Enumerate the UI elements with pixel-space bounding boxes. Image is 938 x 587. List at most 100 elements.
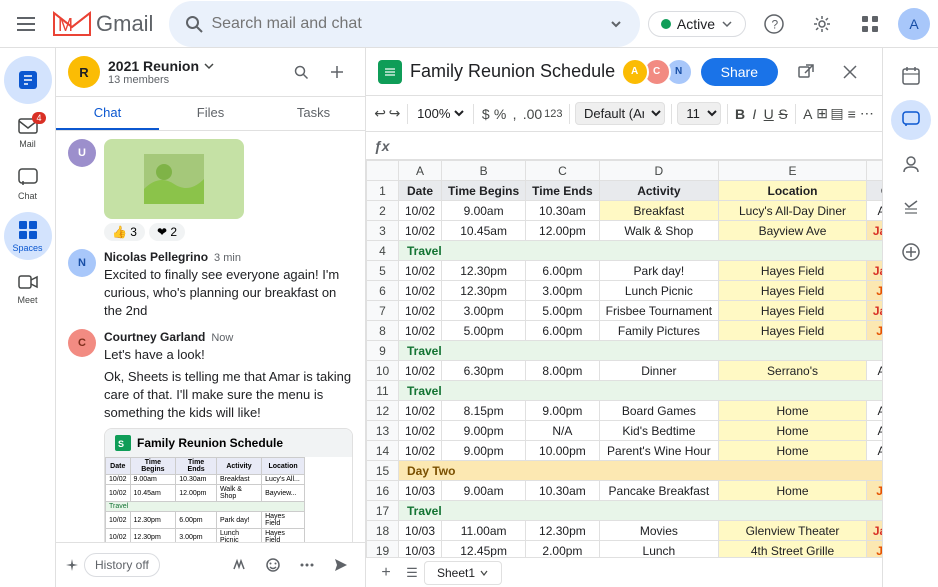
table-cell[interactable]: 8.00pm <box>526 361 599 381</box>
add-icon-btn[interactable] <box>891 232 931 272</box>
redo-button[interactable]: ↪ <box>388 100 400 128</box>
table-cell[interactable]: John Smith <box>866 481 882 501</box>
table-cell[interactable]: Parent's Wine Hour <box>599 441 719 461</box>
table-cell[interactable]: John Smith <box>866 321 882 341</box>
add-members-button[interactable] <box>321 56 353 88</box>
active-status-badge[interactable]: Active <box>648 11 746 37</box>
table-cell[interactable]: 10/02 <box>399 441 442 461</box>
table-cell[interactable]: Travel <box>399 341 883 361</box>
table-cell[interactable]: Glenview Theater <box>719 521 867 541</box>
table-cell[interactable]: Amar Singh <box>866 361 882 381</box>
tasks-icon-btn[interactable] <box>891 188 931 228</box>
table-cell[interactable]: 12.45pm <box>442 541 526 558</box>
more-toolbar-button[interactable]: ⋯ <box>860 100 874 128</box>
table-cell[interactable]: 5.00pm <box>442 321 526 341</box>
number-format-button[interactable]: 123 <box>544 100 562 128</box>
emoji-button[interactable] <box>257 549 289 581</box>
table-cell[interactable]: Amar Singh <box>866 421 882 441</box>
table-cell[interactable]: 10/02 <box>399 301 442 321</box>
table-cell[interactable]: 10/02 <box>399 221 442 241</box>
table-cell[interactable]: 10/02 <box>399 261 442 281</box>
zoom-select[interactable]: 100%75%50% <box>413 105 467 122</box>
table-cell[interactable]: 12.30pm <box>442 281 526 301</box>
send-button[interactable] <box>325 549 357 581</box>
contacts-icon-btn[interactable] <box>891 144 931 184</box>
sidebar-icon-mail[interactable]: Mail 4 <box>4 108 52 156</box>
col-header-b[interactable]: B <box>442 161 526 181</box>
bold-button[interactable]: B <box>734 100 746 128</box>
percent-button[interactable]: % <box>494 100 506 128</box>
table-cell[interactable]: N/A <box>526 421 599 441</box>
table-cell[interactable]: 12.30pm <box>442 261 526 281</box>
table-cell[interactable]: Time Begins <box>442 181 526 201</box>
table-cell[interactable]: Home <box>719 421 867 441</box>
table-cell[interactable]: 3.00pm <box>442 301 526 321</box>
table-cell[interactable]: Date <box>399 181 442 201</box>
table-cell[interactable]: 10/02 <box>399 321 442 341</box>
table-cell[interactable]: Bayview Ave <box>719 221 867 241</box>
format-text-button[interactable] <box>223 549 255 581</box>
table-cell[interactable]: 2.00pm <box>526 541 599 558</box>
table-cell[interactable]: 9.00am <box>442 201 526 221</box>
table-cell[interactable]: Kid's Bedtime <box>599 421 719 441</box>
table-cell[interactable]: Movies <box>599 521 719 541</box>
table-cell[interactable]: 9.00pm <box>442 421 526 441</box>
open-external-button[interactable] <box>786 52 826 92</box>
sheets-list-button[interactable]: ☰ <box>400 561 424 585</box>
decimal-button[interactable]: .00 <box>523 100 542 128</box>
table-cell[interactable]: Home <box>719 481 867 501</box>
table-cell[interactable]: 12.30pm <box>526 521 599 541</box>
col-header-d[interactable]: D <box>599 161 719 181</box>
table-cell[interactable]: 6.30pm <box>442 361 526 381</box>
sheet-preview[interactable]: S Family Reunion Schedule DateTime Begin… <box>104 428 353 542</box>
formula-input[interactable] <box>394 138 874 153</box>
table-cell[interactable]: 10.45am <box>442 221 526 241</box>
settings-button[interactable] <box>802 4 842 44</box>
table-cell[interactable]: Amar Singh <box>866 441 882 461</box>
tab-files[interactable]: Files <box>159 97 262 130</box>
apps-button[interactable] <box>850 4 890 44</box>
table-cell[interactable]: 10/02 <box>399 201 442 221</box>
calendar-icon-btn[interactable] <box>891 56 931 96</box>
currency-button[interactable]: $ <box>480 100 492 128</box>
sheet-grid[interactable]: A B C D E F G 1 Date Time Begins <box>366 160 882 557</box>
table-cell[interactable]: 10/02 <box>399 421 442 441</box>
table-cell[interactable]: Janet Gilboa <box>866 261 882 281</box>
tab-chat[interactable]: Chat <box>56 97 159 130</box>
table-cell[interactable]: 3.00pm <box>526 281 599 301</box>
table-cell[interactable]: 5.00pm <box>526 301 599 321</box>
table-cell[interactable]: 9.00am <box>442 481 526 501</box>
add-sheet-button[interactable]: + <box>374 561 398 585</box>
table-cell[interactable]: 9.00pm <box>526 401 599 421</box>
sidebar-icon-spaces[interactable]: Spaces <box>4 212 52 260</box>
table-cell[interactable]: 11.00am <box>442 521 526 541</box>
table-cell[interactable]: Time Ends <box>526 181 599 201</box>
group-dropdown-icon[interactable] <box>203 60 215 72</box>
col-header-c[interactable]: C <box>526 161 599 181</box>
help-button[interactable]: ? <box>754 4 794 44</box>
sheet-tab[interactable]: Sheet1 <box>424 561 502 585</box>
close-button[interactable] <box>830 52 870 92</box>
table-cell[interactable]: Dinner <box>599 361 719 381</box>
table-cell[interactable]: 8.15pm <box>442 401 526 421</box>
table-cell[interactable]: Walk & Shop <box>599 221 719 241</box>
table-cell[interactable]: Park day! <box>599 261 719 281</box>
col-header-a[interactable]: A <box>399 161 442 181</box>
share-button[interactable]: Share <box>701 58 778 86</box>
reaction-thumbsup[interactable]: 👍 3 <box>104 223 145 241</box>
table-cell[interactable]: 10/03 <box>399 521 442 541</box>
italic-button[interactable]: I <box>748 100 760 128</box>
table-cell[interactable]: Frisbee Tournament <box>599 301 719 321</box>
table-cell[interactable]: 10.30am <box>526 201 599 221</box>
text-color-button[interactable]: A <box>802 100 814 128</box>
col-header-e[interactable]: E <box>719 161 867 181</box>
menu-icon[interactable] <box>8 6 44 42</box>
table-cell[interactable]: Home <box>719 441 867 461</box>
table-cell[interactable]: John Smith <box>866 281 882 301</box>
sidebar-icon-compose[interactable] <box>4 56 52 104</box>
table-cell[interactable]: Pancake Breakfast <box>599 481 719 501</box>
table-cell-location-header[interactable]: Location <box>719 181 867 201</box>
table-cell[interactable]: Travel <box>399 381 883 401</box>
table-cell[interactable]: Serrano's <box>719 361 867 381</box>
user-avatar[interactable]: A <box>898 8 930 40</box>
